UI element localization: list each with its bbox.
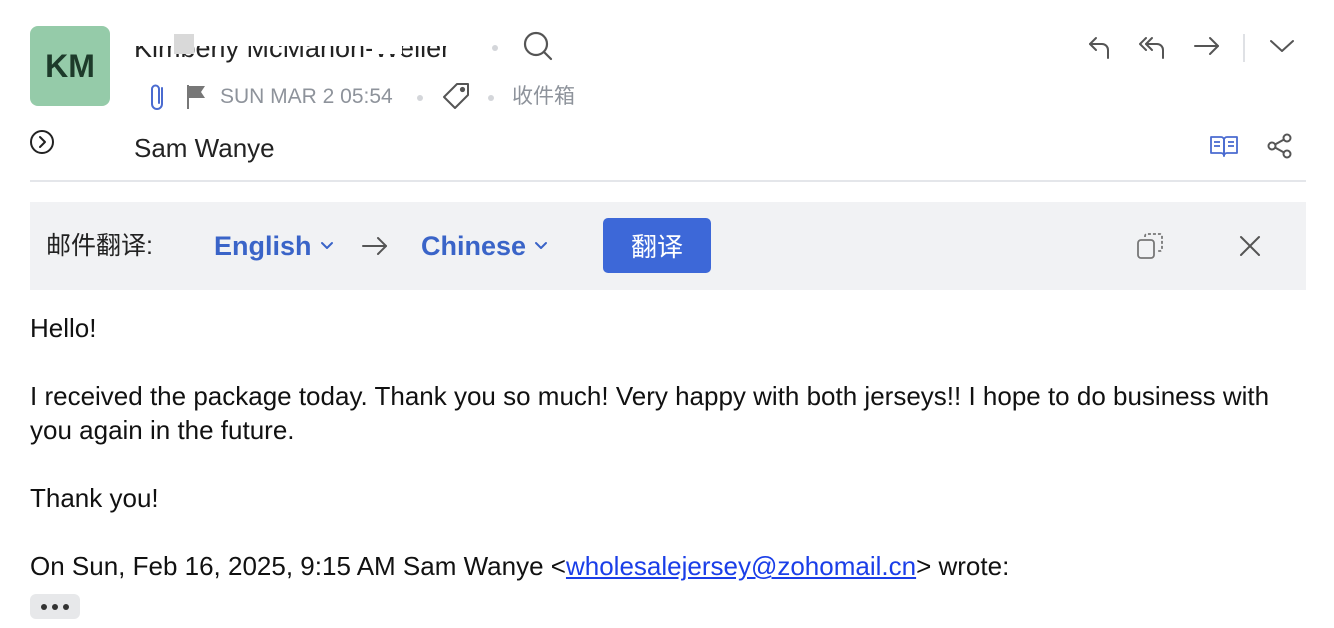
- arrow-right-icon: [360, 232, 390, 260]
- reading-book-icon[interactable]: [1208, 132, 1240, 160]
- chevron-down-icon[interactable]: [1266, 32, 1298, 60]
- quote-header: On Sun, Feb 16, 2025, 9:15 AM Sam Wanye …: [30, 549, 1306, 583]
- share-icon[interactable]: [1264, 130, 1296, 162]
- message-paragraph: I received the package today. Thank you …: [30, 381, 1270, 445]
- flag-icon[interactable]: [184, 84, 208, 110]
- tag-icon[interactable]: [440, 80, 472, 112]
- dot: [52, 603, 58, 610]
- source-language-label: English: [214, 231, 312, 261]
- expand-circle-icon[interactable]: [28, 128, 56, 156]
- separator-dot: [488, 95, 494, 101]
- chevron-down-icon: [535, 242, 548, 249]
- close-icon[interactable]: [1236, 232, 1264, 260]
- quote-prefix: On Sun, Feb 16, 2025, 9:15 AM Sam Wanye …: [30, 551, 566, 581]
- show-quoted-text-button[interactable]: [30, 594, 80, 619]
- separator-dot: [492, 45, 498, 51]
- avatar: KM: [30, 26, 110, 106]
- reply-all-icon[interactable]: [1136, 30, 1170, 62]
- message-greeting: Hello!: [30, 313, 97, 343]
- toolbar-divider: [1243, 34, 1245, 62]
- translation-label: 邮件翻译:: [46, 232, 153, 260]
- copy-icon[interactable]: [1134, 230, 1166, 262]
- message-thanks: Thank you!: [30, 483, 159, 513]
- chevron-down-icon: [320, 242, 333, 249]
- quote-suffix: > wrote:: [916, 551, 1010, 581]
- forward-icon[interactable]: [1190, 30, 1224, 62]
- translate-button[interactable]: 翻译: [603, 218, 711, 273]
- folder-label[interactable]: 收件箱: [512, 82, 575, 112]
- separator-dot: [417, 95, 423, 101]
- target-language-select[interactable]: Chinese: [421, 228, 548, 264]
- dot: [41, 603, 47, 610]
- redaction-block: [174, 34, 194, 54]
- target-language-label: Chinese: [421, 231, 527, 261]
- dot: [63, 603, 69, 610]
- reply-icon[interactable]: [1084, 30, 1116, 62]
- attachment-icon[interactable]: [146, 82, 170, 112]
- message-date: SUN MAR 2 05:54: [220, 85, 393, 108]
- source-language-select[interactable]: English: [214, 228, 334, 264]
- quote-email-link[interactable]: wholesalejersey@zohomail.cn: [566, 551, 916, 581]
- recipient-name[interactable]: Sam Wanye: [134, 130, 275, 166]
- header-divider: [30, 180, 1306, 182]
- search-icon[interactable]: [520, 28, 556, 64]
- redaction-block: [372, 34, 402, 54]
